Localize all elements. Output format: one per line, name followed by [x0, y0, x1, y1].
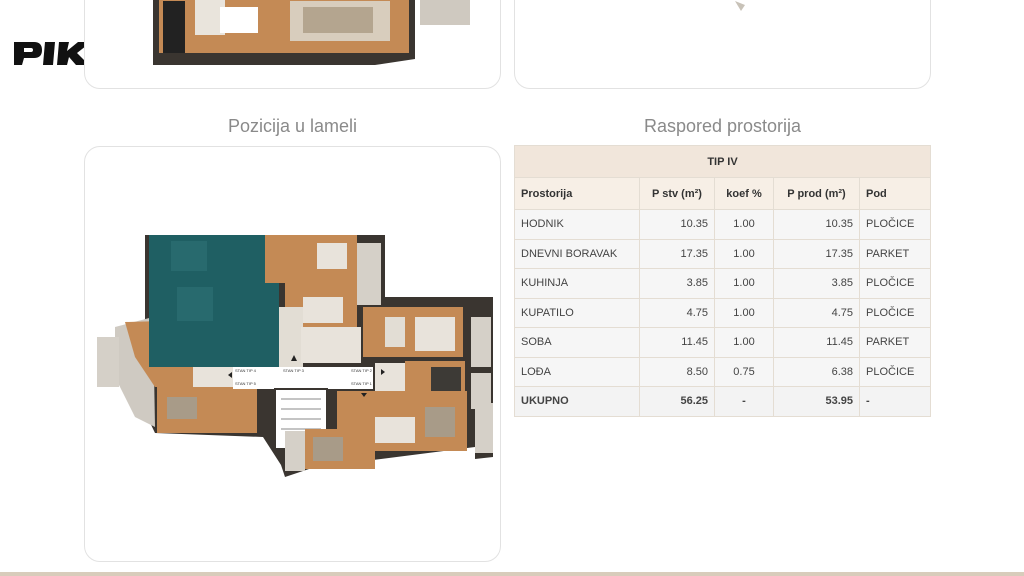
room-layout-table: TIP IV Prostorija P stv (m²) koef % P pr…: [514, 145, 931, 417]
total-coefficient: -: [714, 386, 774, 417]
compass-image: [735, 1, 745, 11]
plan-label-stan3: STAN TIP 3: [283, 368, 305, 373]
floor-type: PARKET: [859, 327, 931, 358]
coefficient: 0.75: [714, 356, 774, 387]
coefficient: 1.00: [714, 238, 774, 269]
area-actual: 3.85: [639, 268, 715, 299]
table-row: HODNIK 10.35 1.00 10.35 PLOČICE: [514, 209, 931, 240]
area-actual: 17.35: [639, 238, 715, 269]
area-sale: 3.85: [773, 268, 860, 299]
floor-type: PLOČICE: [859, 297, 931, 328]
total-label: UKUPNO: [514, 386, 640, 417]
rooms-title: Raspored prostorija: [643, 116, 802, 136]
area-sale: 4.75: [773, 297, 860, 328]
apartment-type-label: TIP IV: [514, 145, 931, 178]
coefficient: 1.00: [714, 209, 774, 240]
plan-label-stan2: STAN TIP 2: [351, 368, 373, 373]
total-area-sale: 53.95: [773, 386, 860, 417]
area-actual: 10.35: [639, 209, 715, 240]
column-header: P stv (m²): [639, 177, 715, 210]
column-header: koef %: [714, 177, 774, 210]
area-actual: 8.50: [639, 356, 715, 387]
area-sale: 10.35: [773, 209, 860, 240]
room-name: KUHINJA: [514, 268, 640, 299]
apartment-plan-image: [153, 0, 470, 65]
table-row: KUPATILO 4.75 1.00 4.75 PLOČICE: [514, 297, 931, 328]
room-name: KUPATILO: [514, 297, 640, 328]
floor-type: PLOČICE: [859, 356, 931, 387]
plan-label-stan4: STAN TIP 4: [235, 368, 257, 373]
table-row: KUHINJA 3.85 1.00 3.85 PLOČICE: [514, 268, 931, 299]
plan-label-stan5: STAN TIP 5: [235, 381, 257, 386]
floor-type: PLOČICE: [859, 209, 931, 240]
coefficient: 1.00: [714, 297, 774, 328]
plan-label-stan1: STAN TIP 1: [351, 381, 373, 386]
total-floor-type: -: [859, 386, 931, 417]
area-sale: 11.45: [773, 327, 860, 358]
column-header: Pod: [859, 177, 931, 210]
room-name: LOĐA: [514, 356, 640, 387]
building-position-card: STAN TIP 4 STAN TIP 3 STAN TIP 2 STAN TI…: [84, 146, 501, 562]
footer-divider: [0, 572, 1024, 576]
floor-type: PARKET: [859, 238, 931, 269]
apartment-plan-card: [84, 0, 501, 89]
orientation-card: [514, 0, 931, 89]
page: Pozicija u lameli Raspored prostorija ST…: [0, 0, 1024, 576]
area-sale: 17.35: [773, 238, 860, 269]
room-name: HODNIK: [514, 209, 640, 240]
coefficient: 1.00: [714, 327, 774, 358]
total-area-actual: 56.25: [639, 386, 715, 417]
position-title: Pozicija u lameli: [227, 116, 358, 136]
pik-logo[interactable]: [12, 38, 92, 66]
building-floor-plan: STAN TIP 4 STAN TIP 3 STAN TIP 2 STAN TI…: [97, 235, 493, 477]
area-sale: 6.38: [773, 356, 860, 387]
coefficient: 1.00: [714, 268, 774, 299]
floor-type: PLOČICE: [859, 268, 931, 299]
column-header: P prod (m²): [773, 177, 860, 210]
table-row: DNEVNI BORAVAK 17.35 1.00 17.35 PARKET: [514, 238, 931, 269]
room-name: DNEVNI BORAVAK: [514, 238, 640, 269]
table-row: SOBA 11.45 1.00 11.45 PARKET: [514, 327, 931, 358]
column-header: Prostorija: [514, 177, 640, 210]
area-actual: 4.75: [639, 297, 715, 328]
room-name: SOBA: [514, 327, 640, 358]
table-row: LOĐA 8.50 0.75 6.38 PLOČICE: [514, 356, 931, 387]
area-actual: 11.45: [639, 327, 715, 358]
table-total-row: UKUPNO 56.25 - 53.95 -: [514, 386, 931, 417]
